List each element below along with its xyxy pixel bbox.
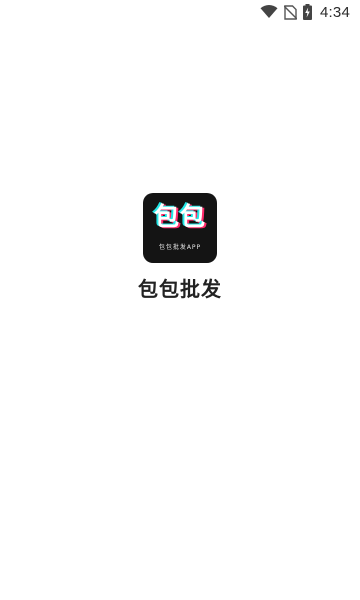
- wifi-icon: [260, 5, 278, 19]
- app-name: 包包批发: [138, 277, 222, 301]
- app-logo-glyphs: 包包: [153, 202, 206, 231]
- splash-content: 包包 包包批发APP 包包批发: [0, 193, 360, 302]
- status-time: 4:34: [320, 3, 350, 21]
- status-bar: 4:34: [0, 0, 360, 24]
- splash-screen: 4:34 包包 包包批发APP 包包批发: [0, 0, 360, 600]
- battery-charging-icon: [303, 4, 312, 20]
- app-logo-caption: 包包批发APP: [158, 244, 202, 251]
- no-sim-icon: [284, 4, 297, 20]
- app-logo-icon: 包包 包包批发APP: [143, 193, 217, 263]
